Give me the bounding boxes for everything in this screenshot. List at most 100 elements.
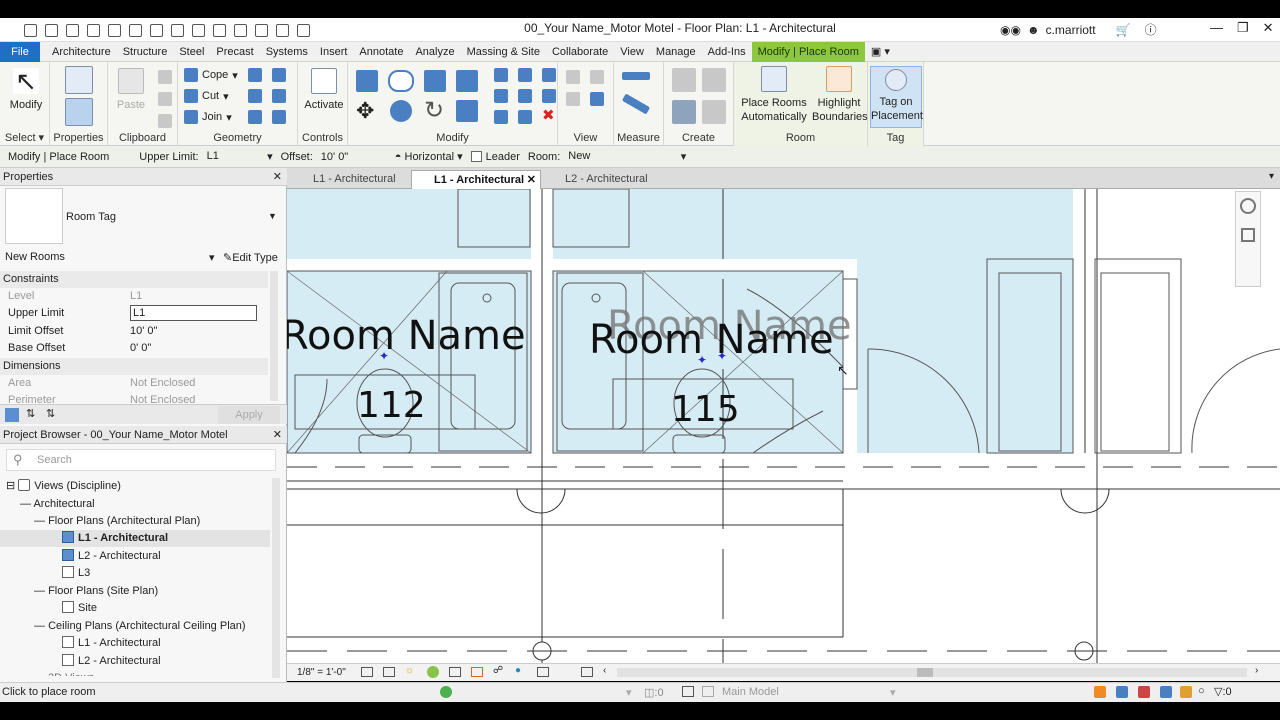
trim-single-icon[interactable] — [494, 110, 508, 124]
editable-only-icon[interactable]: ▾ — [626, 686, 632, 699]
unpin-icon[interactable] — [542, 89, 556, 103]
exclude-options-icon[interactable] — [702, 686, 714, 697]
room-select[interactable]: New ▾ — [568, 150, 686, 163]
view-tab-l1-architectural[interactable]: L1 - Architectural — [291, 170, 411, 189]
select-links-icon[interactable] — [1094, 686, 1106, 698]
tree-l3[interactable]: L3 — [62, 565, 90, 582]
move-icon[interactable]: ✥ — [356, 98, 374, 124]
sun-path-icon[interactable]: ☼ — [405, 665, 414, 676]
room-name-tag-1[interactable]: Room Name — [287, 313, 526, 359]
type-dropdown-icon[interactable]: ▼ — [268, 211, 277, 221]
save-icon[interactable] — [66, 23, 79, 37]
upper-limit-field[interactable]: L1 — [130, 305, 257, 321]
create-parts-icon[interactable] — [702, 68, 726, 92]
close-hidden-icon[interactable] — [297, 23, 310, 37]
tab-analyze[interactable]: Analyze — [409, 42, 460, 62]
tree-ceiling-l1[interactable]: L1 - Architectural — [62, 635, 161, 652]
type-selector[interactable]: Room Tag — [66, 211, 116, 223]
create-group-icon[interactable] — [672, 100, 696, 124]
override-icon[interactable] — [590, 70, 604, 84]
tree-architectural[interactable]: — Architectural — [20, 496, 95, 513]
scroll-right-icon[interactable]: › — [1255, 665, 1258, 676]
scroll-left-icon[interactable]: ‹ — [603, 665, 606, 676]
tab-add-ins[interactable]: Add-Ins — [702, 42, 752, 62]
home-icon[interactable] — [24, 23, 37, 37]
rotate-icon[interactable]: ↻ — [424, 96, 444, 125]
binoculars-icon[interactable]: ◉◉ — [1000, 23, 1021, 37]
room-name-tag-2[interactable]: Room Name — [589, 317, 834, 363]
dimensions-section[interactable]: Dimensions — [0, 358, 268, 375]
tree-floor-plans-site[interactable]: — Floor Plans (Site Plan) — [34, 583, 158, 600]
trim-multi-icon[interactable] — [518, 110, 532, 124]
tag-on-placement-button[interactable]: Tag on Placement — [870, 66, 923, 128]
close-properties-icon[interactable]: ✕ — [273, 168, 282, 186]
tree-site[interactable]: Site — [62, 600, 97, 617]
user-name[interactable]: c.marriott — [1046, 23, 1096, 37]
sort-az-icon[interactable]: ⇅ — [26, 407, 35, 420]
tab-collaborate[interactable]: Collaborate — [546, 42, 614, 62]
print-icon[interactable] — [150, 23, 163, 37]
paint-icon[interactable] — [272, 89, 286, 103]
view-tab-l1-architectural-active[interactable]: L1 - Architectural ✕ — [411, 170, 541, 189]
undo-icon[interactable] — [108, 23, 121, 37]
categorize-icon[interactable] — [5, 408, 19, 422]
tab-massing-site[interactable]: Massing & Site — [461, 42, 546, 62]
hammer-icon[interactable] — [272, 110, 286, 124]
array-icon[interactable] — [494, 89, 508, 103]
select-dropdown[interactable]: Select ▾ — [0, 131, 49, 144]
linework-icon[interactable] — [566, 92, 580, 106]
room-number-tag-2[interactable]: 115 — [671, 389, 740, 430]
split-face-icon[interactable] — [272, 68, 286, 82]
user-area[interactable]: ◉◉ ☻ c.marriott 🛒 ⓘ — [1000, 21, 1157, 38]
drawing-canvas[interactable]: Room Name 112 Room Name Room Name 115 ✦ … — [287, 189, 1280, 663]
sync-icon[interactable] — [87, 23, 100, 37]
tab-view[interactable]: View — [614, 42, 650, 62]
apply-button[interactable]: Apply — [218, 406, 280, 424]
tab-precast[interactable]: Precast — [210, 42, 259, 62]
wall-joins-icon[interactable] — [248, 68, 262, 82]
copy-clipboard-icon[interactable] — [158, 92, 172, 106]
text-icon[interactable] — [213, 23, 226, 37]
upper-limit-select[interactable]: L1 ▾ — [207, 150, 273, 163]
orientation-select[interactable]: ◓ Horizontal ▾ — [395, 150, 463, 163]
close-tab-icon[interactable]: ✕ — [527, 171, 536, 190]
model-dropdown-icon[interactable]: ▾ — [890, 686, 896, 699]
mirror-draw-icon[interactable] — [456, 70, 478, 92]
measure-icon[interactable] — [171, 23, 184, 37]
tabs-menu-icon[interactable]: ▾ — [1269, 171, 1274, 182]
design-options-icon[interactable] — [682, 686, 694, 697]
paste-button[interactable]: Paste — [114, 68, 148, 112]
tab-annotate[interactable]: Annotate — [353, 42, 409, 62]
leader-checkbox[interactable]: Leader — [470, 150, 520, 163]
select-by-face-icon[interactable] — [1160, 686, 1172, 698]
sort-za-icon[interactable]: ⇅ — [46, 407, 55, 420]
place-rooms-automatically-button[interactable]: Place Rooms Automatically — [738, 66, 810, 124]
temporary-hide-icon[interactable]: ☍ — [493, 665, 503, 676]
tab-modify-place-room[interactable]: Modify | Place Room — [751, 41, 865, 62]
property-level[interactable]: Level L1 — [0, 288, 268, 305]
section-icon[interactable] — [255, 23, 268, 37]
filter-icon[interactable]: ▽:0 — [1214, 685, 1232, 698]
analytical-model-icon[interactable] — [581, 667, 593, 677]
instance-filter[interactable]: New Rooms — [5, 251, 65, 263]
tree-l2-architectural[interactable]: L2 - Architectural — [62, 548, 161, 565]
copy-icon[interactable] — [390, 100, 412, 122]
floor-plan-drawing[interactable]: Room Name 112 Room Name Room Name 115 ✦ … — [287, 189, 1280, 663]
worksets-icon[interactable] — [440, 686, 452, 698]
demolish-icon[interactable] — [248, 89, 262, 103]
tab-structure[interactable]: Structure — [117, 42, 174, 62]
shadows-icon[interactable] — [427, 666, 439, 678]
view-scale[interactable]: 1/8" = 1'-0" — [297, 667, 346, 678]
aligned-dimension-icon[interactable] — [621, 93, 651, 115]
filter-dropdown-icon[interactable]: ▾ — [209, 251, 215, 264]
drag-elements-icon[interactable] — [1180, 686, 1192, 698]
hide-icon[interactable] — [566, 70, 580, 84]
restore-icon[interactable]: ❐ — [1237, 20, 1249, 36]
select-pinned-icon[interactable] — [1138, 686, 1150, 698]
tab-manage[interactable]: Manage — [650, 42, 702, 62]
pin-icon[interactable] — [542, 68, 556, 82]
offset-icon[interactable] — [388, 70, 414, 92]
minimize-icon[interactable]: — — [1210, 20, 1223, 36]
show-crop-icon[interactable] — [471, 667, 483, 677]
tab-insert[interactable]: Insert — [314, 42, 354, 62]
